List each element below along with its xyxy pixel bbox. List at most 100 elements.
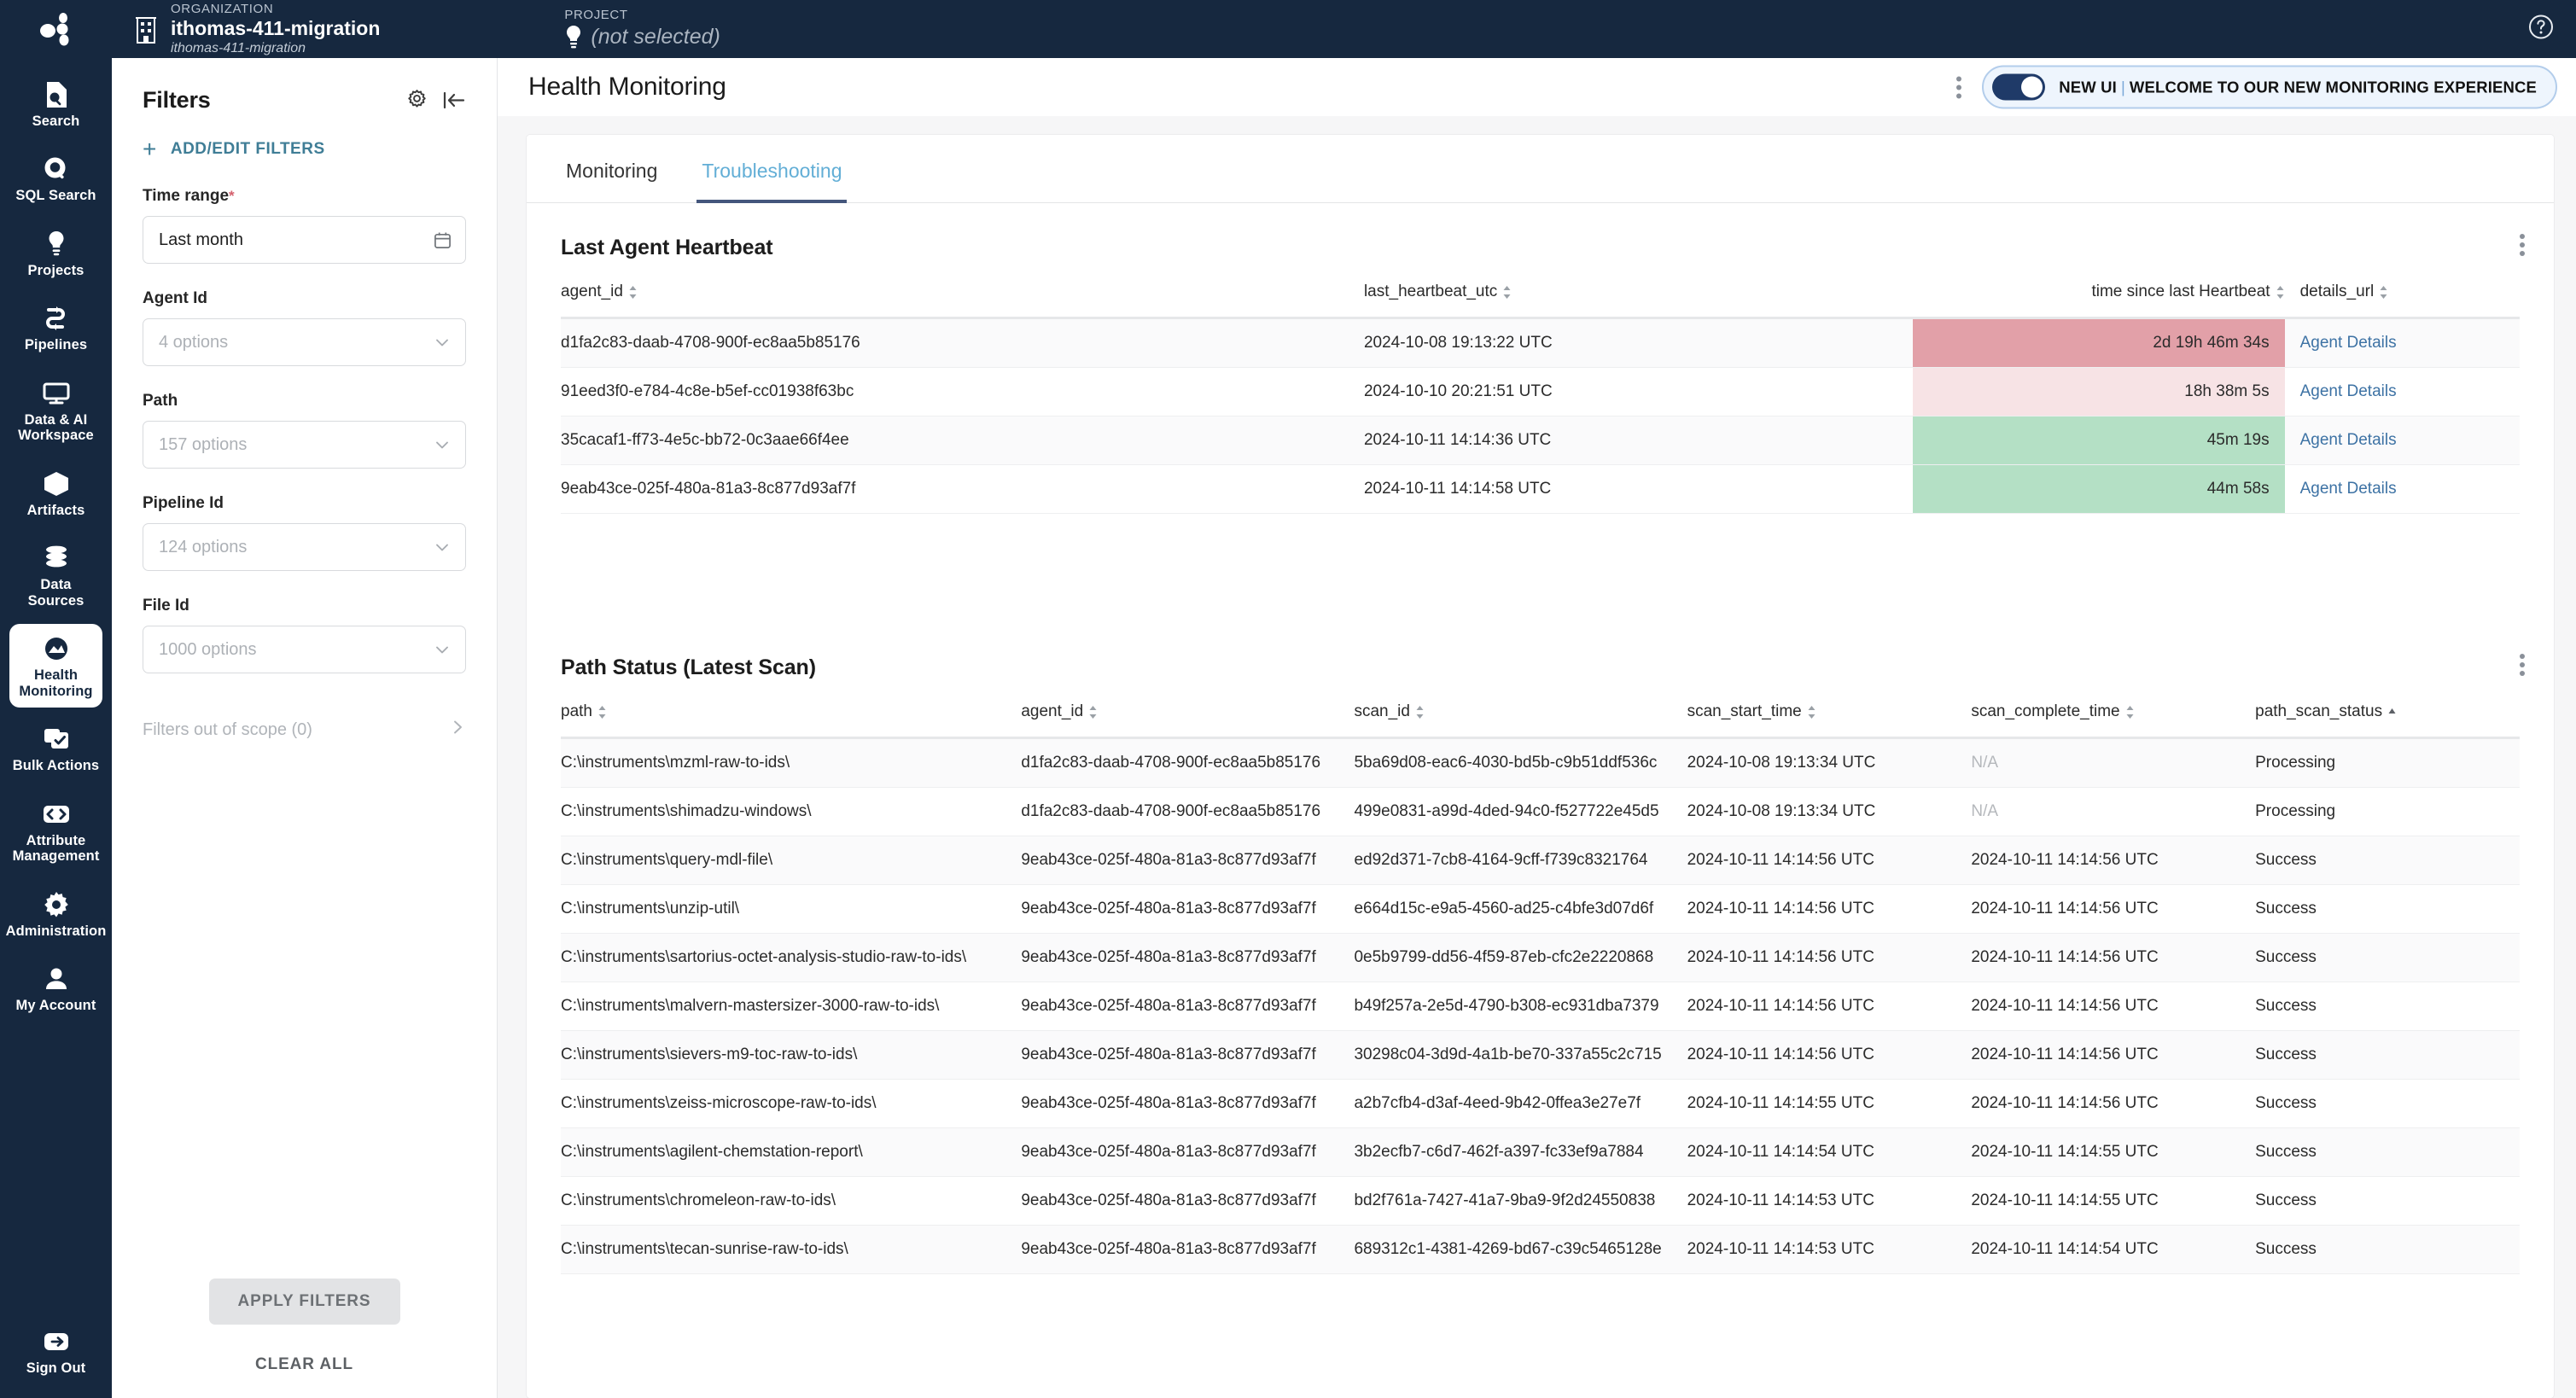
path-status-section-title: Path Status (Latest Scan)	[561, 655, 816, 679]
sidebar-item-projects[interactable]: Projects	[9, 219, 102, 287]
database-icon	[44, 544, 69, 573]
cell-path: C:\instruments\tecan-sunrise-raw-to-ids\	[561, 1225, 1022, 1274]
sidebar-item-data-sources[interactable]: Data Sources	[9, 533, 102, 617]
main-area: Health Monitoring NEW UI | WELCOME TO OUR …	[498, 58, 2576, 1398]
toggle-knob	[2021, 76, 2043, 98]
sidebar-item-label: Bulk Actions	[12, 758, 100, 774]
cell-agent-id: 9eab43ce-025f-480a-81a3-8c877d93af7f	[1021, 1225, 1355, 1274]
more-vertical-icon[interactable]	[2520, 234, 2525, 256]
top-bar: ORGANIZATION ithomas-411-migration ithom…	[0, 0, 2576, 58]
sidebar-item-search[interactable]: Search	[9, 70, 102, 137]
app-root: ORGANIZATION ithomas-411-migration ithom…	[0, 0, 2576, 1398]
sort-icon	[2276, 285, 2285, 299]
new-ui-banner[interactable]: NEW UI | WELCOME TO OUR NEW MONITORING EXP…	[1982, 65, 2557, 109]
cell-path-scan-status: Success	[2255, 1127, 2520, 1177]
column-header-path-scan-status[interactable]: path_scan_status	[2255, 702, 2520, 739]
cell-scan-id: 499e0831-a99d-4ded-94c0-f527722e45d5	[1354, 787, 1687, 836]
column-header-label: scan_id	[1354, 702, 1410, 720]
column-header-path[interactable]: path	[561, 702, 1022, 739]
table-row[interactable]: C:\instruments\tecan-sunrise-raw-to-ids\…	[561, 1225, 2520, 1274]
column-header-scan-complete-time[interactable]: scan_complete_time	[1971, 702, 2256, 739]
cell-agent-id: 9eab43ce-025f-480a-81a3-8c877d93af7f	[1021, 1127, 1355, 1177]
lightbulb-icon	[46, 230, 67, 259]
table-row[interactable]: C:\instruments\query-mdl-file\ 9eab43ce-…	[561, 836, 2520, 885]
table-row[interactable]: C:\instruments\mzml-raw-to-ids\ d1fa2c83…	[561, 737, 2520, 788]
cell-scan-start-time: 2024-10-11 14:14:56 UTC	[1687, 836, 1972, 885]
help-circle-icon[interactable]	[2526, 13, 2556, 46]
filter-label: Time range*	[143, 187, 466, 206]
table-row[interactable]: C:\instruments\chromeleon-raw-to-ids\ 9e…	[561, 1176, 2520, 1226]
agent-details-link[interactable]: Agent Details	[2284, 367, 2520, 416]
table-row[interactable]: C:\instruments\sievers-m9-toc-raw-to-ids…	[561, 1030, 2520, 1080]
molecule-logo-icon[interactable]	[0, 12, 112, 46]
table-row[interactable]: C:\instruments\agilent-chemstation-repor…	[561, 1127, 2520, 1177]
monitor-icon	[43, 379, 70, 408]
cell-scan-start-time: 2024-10-11 14:14:53 UTC	[1687, 1225, 1972, 1274]
agent-details-link[interactable]: Agent Details	[2284, 464, 2520, 514]
cell-scan-start-time: 2024-10-11 14:14:56 UTC	[1687, 982, 1972, 1031]
filter-group-time-range: Time range* Last month	[143, 161, 466, 264]
filter-group-pipeline-id: Pipeline Id 124 options	[143, 469, 466, 571]
sidebar-item-attribute-management[interactable]: Attribute Management	[9, 789, 102, 873]
sidebar-item-artifacts[interactable]: Artifacts	[9, 459, 102, 527]
project-value: (not selected)	[591, 25, 720, 50]
sidebar-item-health-monitoring[interactable]: Health Monitoring	[9, 624, 102, 708]
collapse-left-icon[interactable]	[442, 90, 466, 112]
table-row[interactable]: d1fa2c83-daab-4708-900f-ec8aa5b85176 202…	[561, 317, 2520, 368]
cell-agent-id: 91eed3f0-e784-4c8e-b5ef-cc01938f63bc	[561, 367, 1364, 416]
agent-details-link[interactable]: Agent Details	[2284, 416, 2520, 465]
time-range-value: Last month	[159, 230, 243, 249]
table-row[interactable]: 9eab43ce-025f-480a-81a3-8c877d93af7f 202…	[561, 464, 2520, 514]
more-vertical-icon[interactable]	[2520, 654, 2525, 676]
table-row[interactable]: 91eed3f0-e784-4c8e-b5ef-cc01938f63bc 202…	[561, 367, 2520, 416]
organization-block[interactable]: ORGANIZATION ithomas-411-migration ithom…	[133, 2, 380, 56]
filters-title: Filters	[143, 87, 211, 113]
sort-icon	[1415, 705, 1425, 719]
project-block[interactable]: PROJECT (not selected)	[564, 8, 720, 50]
clear-all-button[interactable]: CLEAR ALL	[255, 1355, 353, 1374]
sidebar-item-pipelines[interactable]: Pipelines	[9, 294, 102, 361]
left-nav: Search SQL Search Projects Pipelines Dat…	[0, 58, 112, 1398]
filters-out-of-scope-row[interactable]: Filters out of scope (0)	[143, 718, 466, 742]
cell-agent-id: 9eab43ce-025f-480a-81a3-8c877d93af7f	[1021, 884, 1355, 934]
table-row[interactable]: C:\instruments\shimadzu-windows\ d1fa2c8…	[561, 787, 2520, 836]
pipeline-id-select[interactable]: 124 options	[143, 523, 466, 571]
sidebar-item-bulk-actions[interactable]: Bulk Actions	[9, 714, 102, 782]
sidebar-item-data-ai-workspace[interactable]: Data & AI Workspace	[9, 369, 102, 452]
more-vertical-icon[interactable]	[1944, 76, 1973, 98]
path-status-table-body: C:\instruments\mzml-raw-to-ids\ d1fa2c83…	[561, 737, 2520, 1274]
cell-scan-id: e664d15c-e9a5-4560-ad25-c4bfe3d07d6f	[1354, 884, 1687, 934]
column-header-agent-id[interactable]: agent_id	[1021, 702, 1355, 739]
cell-agent-id: d1fa2c83-daab-4708-900f-ec8aa5b85176	[1021, 737, 1355, 788]
sidebar-item-sql-search[interactable]: SQL Search	[9, 144, 102, 212]
table-row[interactable]: C:\instruments\malvern-mastersizer-3000-…	[561, 982, 2520, 1031]
file-id-select[interactable]: 1000 options	[143, 626, 466, 673]
table-row[interactable]: C:\instruments\unzip-util\ 9eab43ce-025f…	[561, 884, 2520, 934]
gear-icon[interactable]	[405, 89, 428, 112]
time-range-select[interactable]: Last month	[143, 216, 466, 264]
chevron-right-icon	[449, 718, 466, 742]
column-header-last-heartbeat-utc[interactable]: last_heartbeat_utc	[1363, 283, 1913, 319]
sidebar-item-administration[interactable]: Administration	[6, 880, 106, 947]
agent-details-link[interactable]: Agent Details	[2284, 317, 2520, 368]
sidebar-item-my-account[interactable]: My Account	[9, 954, 102, 1022]
sort-icon	[597, 705, 607, 719]
new-ui-toggle[interactable]	[1992, 73, 2046, 101]
column-header-scan-id[interactable]: scan_id	[1354, 702, 1687, 739]
add-edit-filters-button[interactable]: + ADD/EDIT FILTERS	[143, 137, 497, 161]
filter-label-text: Path	[143, 392, 178, 410]
column-header-agent-id[interactable]: agent_id	[561, 283, 1364, 319]
sidebar-item-sign-out[interactable]: Sign Out	[9, 1317, 102, 1384]
agent-id-select[interactable]: 4 options	[143, 318, 466, 366]
column-header-scan-start-time[interactable]: scan_start_time	[1687, 702, 1972, 739]
apply-filters-button[interactable]: APPLY FILTERS	[208, 1279, 400, 1325]
column-header-details-url[interactable]: details_url	[2284, 283, 2520, 319]
table-row[interactable]: C:\instruments\zeiss-microscope-raw-to-i…	[561, 1079, 2520, 1128]
tab-monitoring[interactable]: Monitoring	[561, 136, 662, 203]
table-row[interactable]: C:\instruments\sartorius-octet-analysis-…	[561, 933, 2520, 982]
table-row[interactable]: 35cacaf1-ff73-4e5c-bb72-0c3aae66f4ee 202…	[561, 416, 2520, 465]
column-header-time-since-last-heartbeat[interactable]: time since last Heartbeat	[1912, 283, 2285, 319]
sidebar-item-label: Projects	[27, 262, 85, 278]
path-select[interactable]: 157 options	[143, 421, 466, 469]
tab-troubleshooting[interactable]: Troubleshooting	[696, 136, 848, 203]
